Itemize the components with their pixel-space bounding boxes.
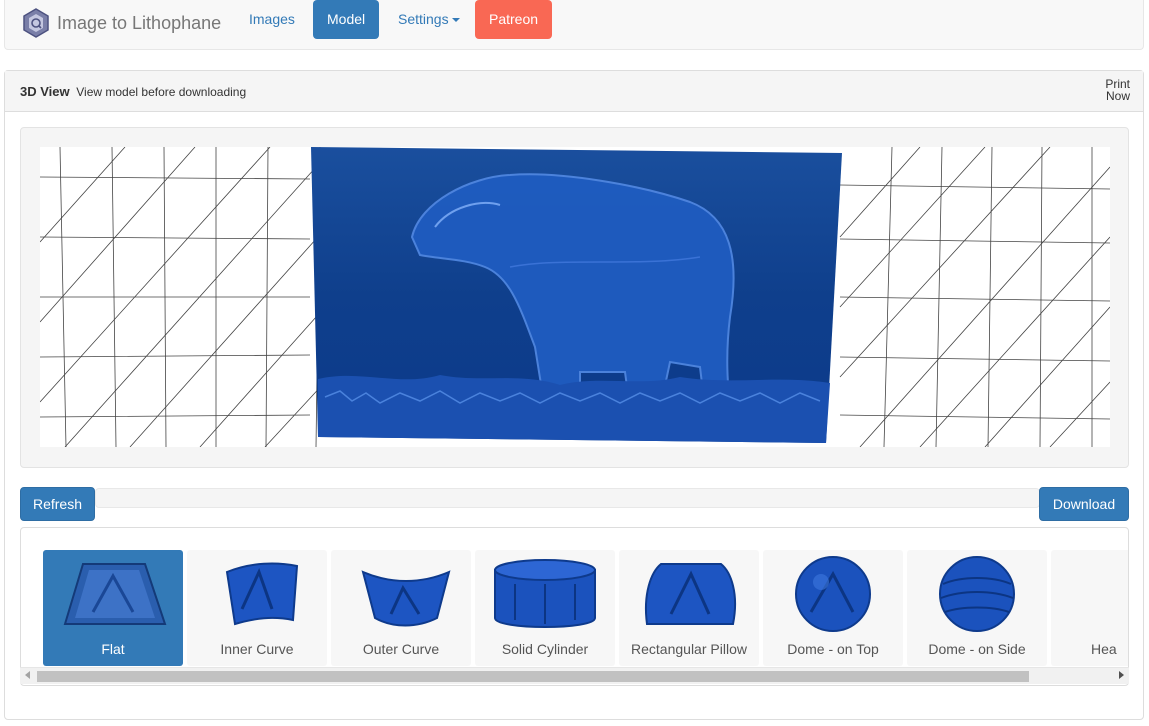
flat-shape-icon	[63, 563, 167, 625]
panel-title-text: 3D View	[20, 84, 70, 99]
shape-rectangular-pillow[interactable]: Rectangular Pillow	[619, 550, 759, 666]
shape-outer-curve[interactable]: Outer Curve	[331, 550, 471, 666]
shape-solid-cylinder[interactable]: Solid Cylinder	[475, 550, 615, 666]
scroll-left-arrow-icon[interactable]	[25, 671, 30, 679]
inner-curve-shape-icon	[225, 562, 299, 626]
shape-label: Hea	[1091, 641, 1117, 657]
shape-label: Outer Curve	[362, 641, 440, 657]
outer-curve-shape-icon	[361, 570, 451, 627]
shape-scrollbar[interactable]	[20, 667, 1129, 684]
view-panel: 3D View View model before downloading Pr…	[4, 70, 1144, 720]
shape-label: Dome - on Top	[787, 641, 879, 657]
panel-heading: 3D View View model before downloading Pr…	[5, 71, 1143, 112]
scroll-right-arrow-icon[interactable]	[1119, 671, 1124, 679]
print-now-line2: Now	[1105, 89, 1130, 103]
shape-label: Inner Curve	[220, 641, 294, 657]
3d-viewport[interactable]	[40, 147, 1110, 447]
shape-label: Flat	[101, 641, 125, 657]
refresh-button[interactable]: Refresh	[20, 487, 95, 521]
shape-list: Flat Inner Curve Outer Curve Solid Cylin…	[43, 550, 1129, 666]
nav-settings[interactable]: Settings	[384, 0, 474, 39]
shape-label: Rectangular Pillow	[631, 641, 747, 657]
shape-label: Dome - on Side	[928, 641, 1026, 657]
print-now-link[interactable]: Print Now	[1105, 78, 1130, 102]
shape-flat[interactable]: Flat	[43, 550, 183, 666]
shape-heart[interactable]: Hea	[1051, 550, 1129, 666]
scrollbar-thumb[interactable]	[37, 671, 1029, 682]
lithophane-logo-icon	[23, 8, 49, 38]
shape-selector: Flat Inner Curve Outer Curve Solid Cylin…	[20, 527, 1129, 686]
panel-subtitle: View model before downloading	[76, 85, 247, 99]
shape-dome-on-top[interactable]: Dome - on Top	[763, 550, 903, 666]
shape-inner-curve[interactable]: Inner Curve	[187, 550, 327, 666]
download-button[interactable]: Download	[1039, 487, 1129, 521]
navbar: Image to Lithophane Images Model Setting…	[4, 0, 1144, 50]
rectangular-pillow-shape-icon	[645, 563, 737, 625]
nav-settings-label: Settings	[398, 11, 449, 27]
dome-on-side-shape-icon	[939, 556, 1015, 632]
nav-patreon[interactable]: Patreon	[475, 0, 553, 39]
brand-title: Image to Lithophane	[57, 12, 222, 33]
dome-on-top-shape-icon	[795, 556, 871, 632]
caret-down-icon	[451, 18, 460, 23]
shape-label: Solid Cylinder	[501, 641, 589, 657]
nav-model[interactable]: Model	[313, 0, 380, 39]
ground-relief	[318, 375, 830, 443]
panel-title: 3D View View model before downloading	[20, 84, 246, 99]
progress-track	[95, 488, 1040, 508]
solid-cylinder-shape-icon	[494, 559, 596, 628]
model-render	[40, 147, 1110, 447]
brand[interactable]: Image to Lithophane	[21, 6, 221, 40]
heart-shape-icon	[1061, 554, 1129, 634]
nav-images[interactable]: Images	[235, 0, 309, 39]
shape-dome-on-side[interactable]: Dome - on Side	[907, 550, 1047, 666]
viewport-well	[20, 127, 1129, 468]
